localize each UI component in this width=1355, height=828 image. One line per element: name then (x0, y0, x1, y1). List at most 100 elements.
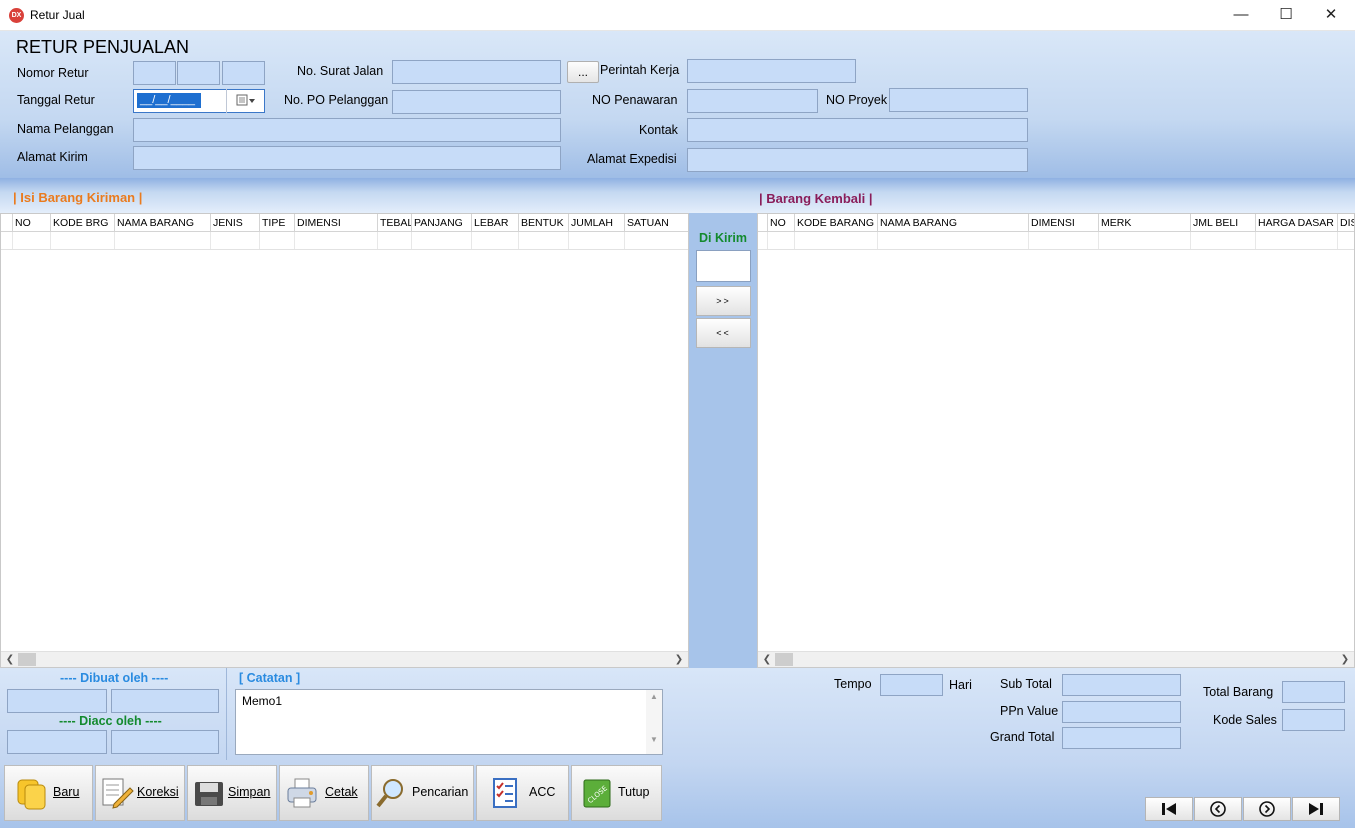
nav-last-button[interactable] (1292, 797, 1340, 821)
scroll-left-icon[interactable]: ❮ (759, 652, 775, 667)
sub-total-field[interactable] (1062, 674, 1181, 696)
save-disk-icon (192, 776, 226, 810)
title-bar (0, 0, 1355, 31)
total-barang-field[interactable] (1282, 681, 1345, 703)
form-title: RETUR PENJUALAN (16, 37, 190, 57)
col-no[interactable]: NO (13, 214, 51, 232)
koreksi-button[interactable]: Koreksi (95, 765, 185, 821)
no-surat-jalan-label: No. Surat Jalan (297, 64, 384, 78)
horizontal-scrollbar[interactable]: ❮ ❯ (1, 651, 688, 667)
move-left-button[interactable]: << (696, 318, 751, 348)
no-penawaran-field[interactable] (687, 89, 818, 113)
simpan-label: Simpan (228, 785, 271, 799)
scroll-left-icon[interactable]: ❮ (2, 652, 18, 667)
barang-kembali-title: | Barang Kembali | (759, 191, 873, 206)
nomor-retur-field-2[interactable] (177, 61, 220, 85)
hari-label: Hari (949, 678, 972, 692)
diacc-oleh-field-1[interactable] (7, 730, 107, 754)
prev-record-icon (1210, 801, 1226, 817)
no-proyek-field[interactable] (889, 88, 1028, 112)
perintah-kerja-field[interactable] (687, 59, 856, 83)
tutup-label: Tutup (618, 785, 650, 799)
dibuat-oleh-field-1[interactable] (7, 689, 107, 713)
acc-label: ACC (529, 785, 556, 799)
col-merk[interactable]: MERK (1099, 214, 1191, 232)
edit-document-icon (100, 776, 134, 810)
catatan-memo[interactable]: Memo1 ▲ ▼ (235, 689, 663, 755)
col-nama-barang[interactable]: NAMA BARANG (878, 214, 1029, 232)
nav-first-button[interactable] (1145, 797, 1193, 821)
grid-header: NO KODE BRG NAMA BARANG JENIS TIPE DIMEN… (1, 214, 688, 232)
nomor-retur-field-3[interactable] (222, 61, 265, 85)
nomor-retur-field-1[interactable] (133, 61, 176, 85)
col-lebar[interactable]: LEBAR (472, 214, 519, 232)
ppn-value-field[interactable] (1062, 701, 1181, 723)
col-tipe[interactable]: TIPE (260, 214, 295, 232)
col-kode-brg[interactable]: KODE BRG (51, 214, 115, 232)
nomor-retur-label: Nomor Retur (17, 66, 89, 80)
col-dimensi[interactable]: DIMENSI (1029, 214, 1099, 232)
scroll-thumb[interactable] (775, 653, 793, 666)
isi-barang-grid[interactable]: NO KODE BRG NAMA BARANG JENIS TIPE DIMEN… (0, 213, 689, 668)
col-jml-beli[interactable]: JML BELI (1191, 214, 1256, 232)
baru-button[interactable]: Baru (4, 765, 93, 821)
memo-text: Memo1 (242, 694, 283, 708)
col-jumlah[interactable]: JUMLAH (569, 214, 625, 232)
sub-total-label: Sub Total (1000, 677, 1052, 691)
col-no[interactable]: NO (768, 214, 795, 232)
diacc-oleh-field-2[interactable] (111, 730, 219, 754)
maximize-button[interactable]: ☐ (1263, 0, 1309, 31)
col-satuan[interactable]: SATUAN (625, 214, 688, 232)
kontak-field[interactable] (687, 118, 1028, 142)
no-penawaran-label: NO Penawaran (592, 93, 678, 107)
simpan-button[interactable]: Simpan (187, 765, 277, 821)
memo-scrollbar[interactable]: ▲ ▼ (646, 690, 662, 754)
acc-button[interactable]: ACC (476, 765, 569, 821)
browse-surat-jalan-button[interactable]: ... (567, 61, 599, 83)
scroll-right-icon[interactable]: ❯ (671, 652, 687, 667)
checklist-icon (489, 776, 523, 810)
horizontal-scrollbar[interactable]: ❮ ❯ (758, 651, 1354, 667)
app-icon: DX (9, 8, 24, 23)
pencarian-button[interactable]: Pencarian (371, 765, 474, 821)
table-row[interactable] (758, 232, 1354, 250)
table-row[interactable] (1, 232, 688, 250)
move-right-button[interactable]: >> (696, 286, 751, 316)
alamat-expedisi-field[interactable] (687, 148, 1028, 172)
di-kirim-field[interactable] (696, 250, 751, 282)
magnifier-icon (374, 776, 408, 810)
col-kode-barang[interactable]: KODE BARANG (795, 214, 878, 232)
close-book-icon: CLOSE (580, 776, 614, 810)
alamat-kirim-field[interactable] (133, 146, 561, 170)
no-po-field[interactable] (392, 90, 561, 114)
scroll-thumb[interactable] (18, 653, 36, 666)
close-button[interactable]: ✕ (1308, 0, 1354, 31)
col-dis[interactable]: DIS (1338, 214, 1354, 232)
col-nama-barang[interactable]: NAMA BARANG (115, 214, 211, 232)
date-divider (226, 89, 227, 113)
barang-kembali-grid[interactable]: NO KODE BARANG NAMA BARANG DIMENSI MERK … (757, 213, 1355, 668)
tempo-field[interactable] (880, 674, 943, 696)
dibuat-oleh-field-2[interactable] (111, 689, 219, 713)
di-kirim-label: Di Kirim (699, 231, 747, 245)
tanggal-retur-label: Tanggal Retur (17, 93, 95, 107)
col-tebal[interactable]: TEBAL (378, 214, 412, 232)
no-surat-jalan-field[interactable] (392, 60, 561, 84)
kontak-label: Kontak (639, 123, 678, 137)
nama-pelanggan-field[interactable] (133, 118, 561, 142)
calendar-dropdown-icon[interactable] (236, 94, 256, 110)
scroll-right-icon[interactable]: ❯ (1337, 652, 1353, 667)
diacc-oleh-label: ---- Diacc oleh ---- (59, 714, 162, 728)
col-panjang[interactable]: PANJANG (412, 214, 472, 232)
nav-next-button[interactable] (1243, 797, 1291, 821)
kode-sales-field[interactable] (1282, 709, 1345, 731)
col-bentuk[interactable]: BENTUK (519, 214, 569, 232)
minimize-button[interactable]: — (1218, 0, 1264, 31)
col-harga-dasar[interactable]: HARGA DASAR (1256, 214, 1338, 232)
col-dimensi[interactable]: DIMENSI (295, 214, 378, 232)
col-jenis[interactable]: JENIS (211, 214, 260, 232)
cetak-button[interactable]: Cetak (279, 765, 369, 821)
grand-total-field[interactable] (1062, 727, 1181, 749)
tutup-button[interactable]: CLOSE Tutup (571, 765, 662, 821)
nav-prev-button[interactable] (1194, 797, 1242, 821)
